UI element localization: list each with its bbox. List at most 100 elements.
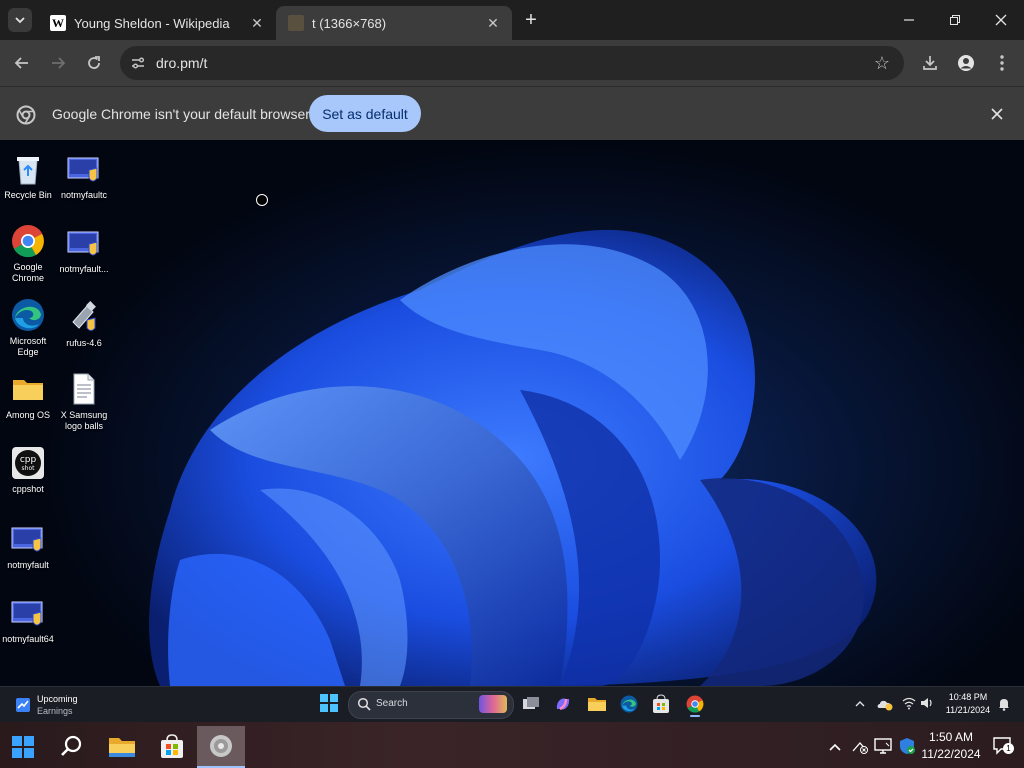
tab-title: t (1366×768) [312, 15, 387, 31]
search-icon [357, 697, 371, 716]
desktop-icon-recycle-bin[interactable]: Recycle Bin [0, 152, 56, 201]
usb-shield-icon [67, 300, 101, 334]
download-icon [923, 56, 937, 70]
menu-button[interactable] [990, 51, 1014, 75]
edge-icon [11, 298, 45, 332]
host-file-explorer-icon[interactable] [108, 735, 136, 764]
reload-icon [88, 56, 100, 69]
desktop-icon-notmyfault64[interactable]: notmyfault64 [0, 596, 56, 645]
desktop-icon-notmyfault[interactable]: notmyfault... [56, 226, 112, 275]
volume-icon[interactable] [920, 696, 934, 715]
tab-wikipedia[interactable]: W Young Sheldon - Wikipedia ✕ [38, 6, 276, 40]
svg-text:shot: shot [22, 465, 36, 472]
tab-title: Young Sheldon - Wikipedia [74, 15, 230, 31]
desktop-icon-x-samsung-logo-balls[interactable]: X Samsung logo balls [56, 372, 112, 432]
chrome-icon [11, 224, 45, 258]
back-button[interactable] [10, 51, 34, 75]
wifi-icon[interactable] [902, 696, 916, 715]
host-start-button[interactable] [12, 736, 34, 763]
taskbar-search-box[interactable]: Search [348, 691, 514, 719]
host-notification-center-icon[interactable]: 1 [993, 737, 1014, 755]
infobar-message: Google Chrome isn't your default browser [52, 106, 310, 122]
disc-app-icon [210, 735, 232, 757]
recycle-bin-icon [11, 152, 45, 186]
widget-subtitle: Earnings [37, 706, 73, 716]
file-explorer-taskbar-icon[interactable] [587, 695, 607, 713]
desktop-icon-label: Recycle Bin [4, 190, 52, 200]
desktop-icon-label: notmyfaultc [60, 190, 108, 200]
close-icon [991, 108, 1003, 120]
close-tab-icon[interactable]: ✕ [248, 14, 266, 32]
reload-button[interactable] [82, 51, 106, 75]
task-view-icon[interactable] [522, 696, 540, 712]
close-icon [995, 14, 1007, 26]
start-button[interactable] [320, 694, 340, 714]
close-window-button[interactable] [988, 8, 1014, 32]
host-network-icon[interactable] [851, 739, 869, 760]
widgets-button[interactable]: Upcoming Earnings [12, 691, 112, 719]
host-security-shield-icon[interactable] [898, 737, 916, 760]
host-remote-viewer-button[interactable] [197, 726, 245, 768]
windows-logo-icon [320, 694, 338, 712]
restore-button[interactable] [942, 8, 968, 32]
set-default-button[interactable]: Set as default [309, 95, 421, 132]
edge-taskbar-icon[interactable] [620, 695, 638, 713]
host-clock-date[interactable]: 11/22/2024 [918, 747, 984, 761]
svg-text:cpp: cpp [20, 455, 37, 465]
active-indicator [690, 715, 700, 717]
close-infobar-button[interactable] [988, 105, 1006, 123]
desktop-icon-among-os[interactable]: Among OS [0, 372, 56, 421]
desktop-icon-rufus[interactable]: rufus-4.6 [56, 300, 112, 349]
search-highlight-icon [479, 695, 507, 713]
desktop-icon-label: X Samsung logo balls [60, 410, 108, 431]
widget-title: Upcoming [37, 694, 78, 704]
close-tab-icon[interactable]: ✕ [484, 14, 502, 32]
bookmark-star-icon[interactable]: ☆ [874, 53, 890, 74]
host-store-icon[interactable] [160, 733, 184, 764]
host-display-icon[interactable] [874, 738, 892, 759]
desktop-icon-cppshot[interactable]: cpp shot cppshot [0, 446, 56, 495]
site-settings-icon[interactable] [130, 55, 146, 71]
arrow-right-icon [52, 57, 66, 69]
profile-button[interactable] [954, 51, 978, 75]
search-icon [61, 735, 82, 756]
app-shield-icon [11, 522, 45, 556]
desktop-icon-notmyfault-2[interactable]: notmyfault [0, 522, 56, 571]
cppshot-icon: cpp shot [11, 446, 45, 480]
remote-clock-time[interactable]: 10:48 PM [942, 692, 994, 702]
url-text: dro.pm/t [156, 55, 208, 71]
remote-clock-date[interactable]: 11/21/2024 [942, 705, 994, 715]
address-bar[interactable]: dro.pm/t ☆ [120, 46, 904, 80]
tab-strip: W Young Sheldon - Wikipedia ✕ t (1366×76… [0, 0, 1024, 40]
document-icon [67, 372, 101, 406]
folder-icon [11, 372, 45, 406]
notification-count-badge: 1 [1003, 743, 1014, 754]
desktop-icon-label: notmyfault [7, 560, 49, 570]
forward-button[interactable] [46, 51, 70, 75]
store-taskbar-icon[interactable] [652, 694, 670, 714]
app-shield-icon [67, 152, 101, 186]
desktop-icon-label: Among OS [5, 410, 51, 420]
chrome-taskbar-icon[interactable] [686, 695, 704, 717]
onedrive-warning-icon[interactable] [877, 697, 893, 716]
tab-image[interactable]: t (1366×768) ✕ [276, 6, 512, 40]
desktop-icon-microsoft-edge[interactable]: Microsoft Edge [0, 298, 56, 358]
desktop-icon-label: notmyfault... [59, 264, 109, 274]
more-vertical-icon [1000, 55, 1004, 71]
new-tab-button[interactable]: + [520, 9, 542, 31]
host-hidden-icons-chevron-icon[interactable] [828, 740, 842, 758]
desktop-icon-label: Google Chrome [11, 262, 44, 283]
show-hidden-icons-chevron-icon[interactable] [854, 697, 866, 715]
app-shield-icon [11, 596, 45, 630]
minimize-button[interactable] [896, 8, 922, 32]
notification-bell-icon[interactable] [998, 697, 1010, 716]
host-search-button[interactable] [60, 734, 84, 763]
host-clock-time[interactable]: 1:50 AM [918, 730, 984, 744]
desktop-icon-google-chrome[interactable]: Google Chrome [0, 224, 56, 284]
default-browser-infobar: Google Chrome isn't your default browser… [0, 86, 1024, 141]
desktop-icon-notmyfaultc[interactable]: notmyfaultc [56, 152, 112, 201]
tab-search-button[interactable] [8, 8, 32, 32]
copilot-icon[interactable] [554, 695, 572, 713]
app-shield-icon [67, 226, 101, 260]
downloads-button[interactable] [918, 51, 942, 75]
